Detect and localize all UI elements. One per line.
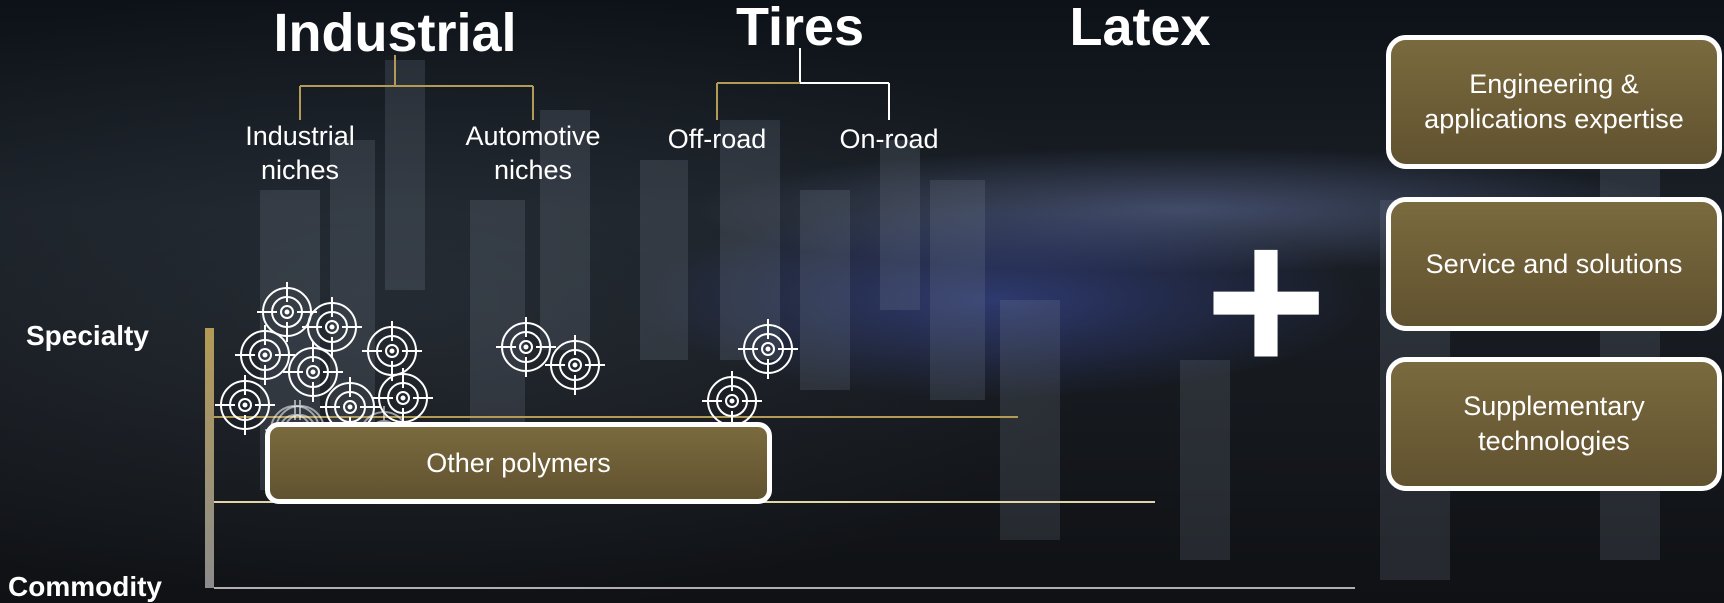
tires-tree-connector (716, 48, 890, 120)
capability-label: Engineering & applications expertise (1424, 69, 1684, 134)
other-polymers-label: Other polymers (426, 447, 611, 478)
capability-box-supplementary: Supplementary technologies (1386, 357, 1722, 491)
sub-label-industrial-niches: Industrial niches (245, 121, 355, 185)
sub-label-on-road: On-road (839, 124, 939, 154)
capability-label: Service and solutions (1425, 248, 1683, 279)
capability-box-service: Service and solutions (1386, 197, 1722, 331)
capability-box-engineering: Engineering & applications expertise (1386, 35, 1722, 169)
axis-label-commodity: Commodity (8, 571, 162, 602)
segment-title-tires: Tires (735, 0, 865, 57)
capability-label: Supplementary technologies (1463, 391, 1645, 456)
plus-icon: + (1204, 183, 1328, 418)
segment-title-latex: Latex (1069, 0, 1211, 57)
sub-label-automotive-niches: Automotive niches (465, 121, 601, 185)
axis-label-specialty: Specialty (26, 320, 149, 351)
sub-label-off-road: Off-road (667, 124, 767, 154)
target-icon (373, 368, 433, 428)
other-polymers-box: Other polymers (265, 422, 772, 504)
segment-title-industrial: Industrial (273, 3, 517, 63)
specialty-commodity-axis (205, 328, 214, 588)
